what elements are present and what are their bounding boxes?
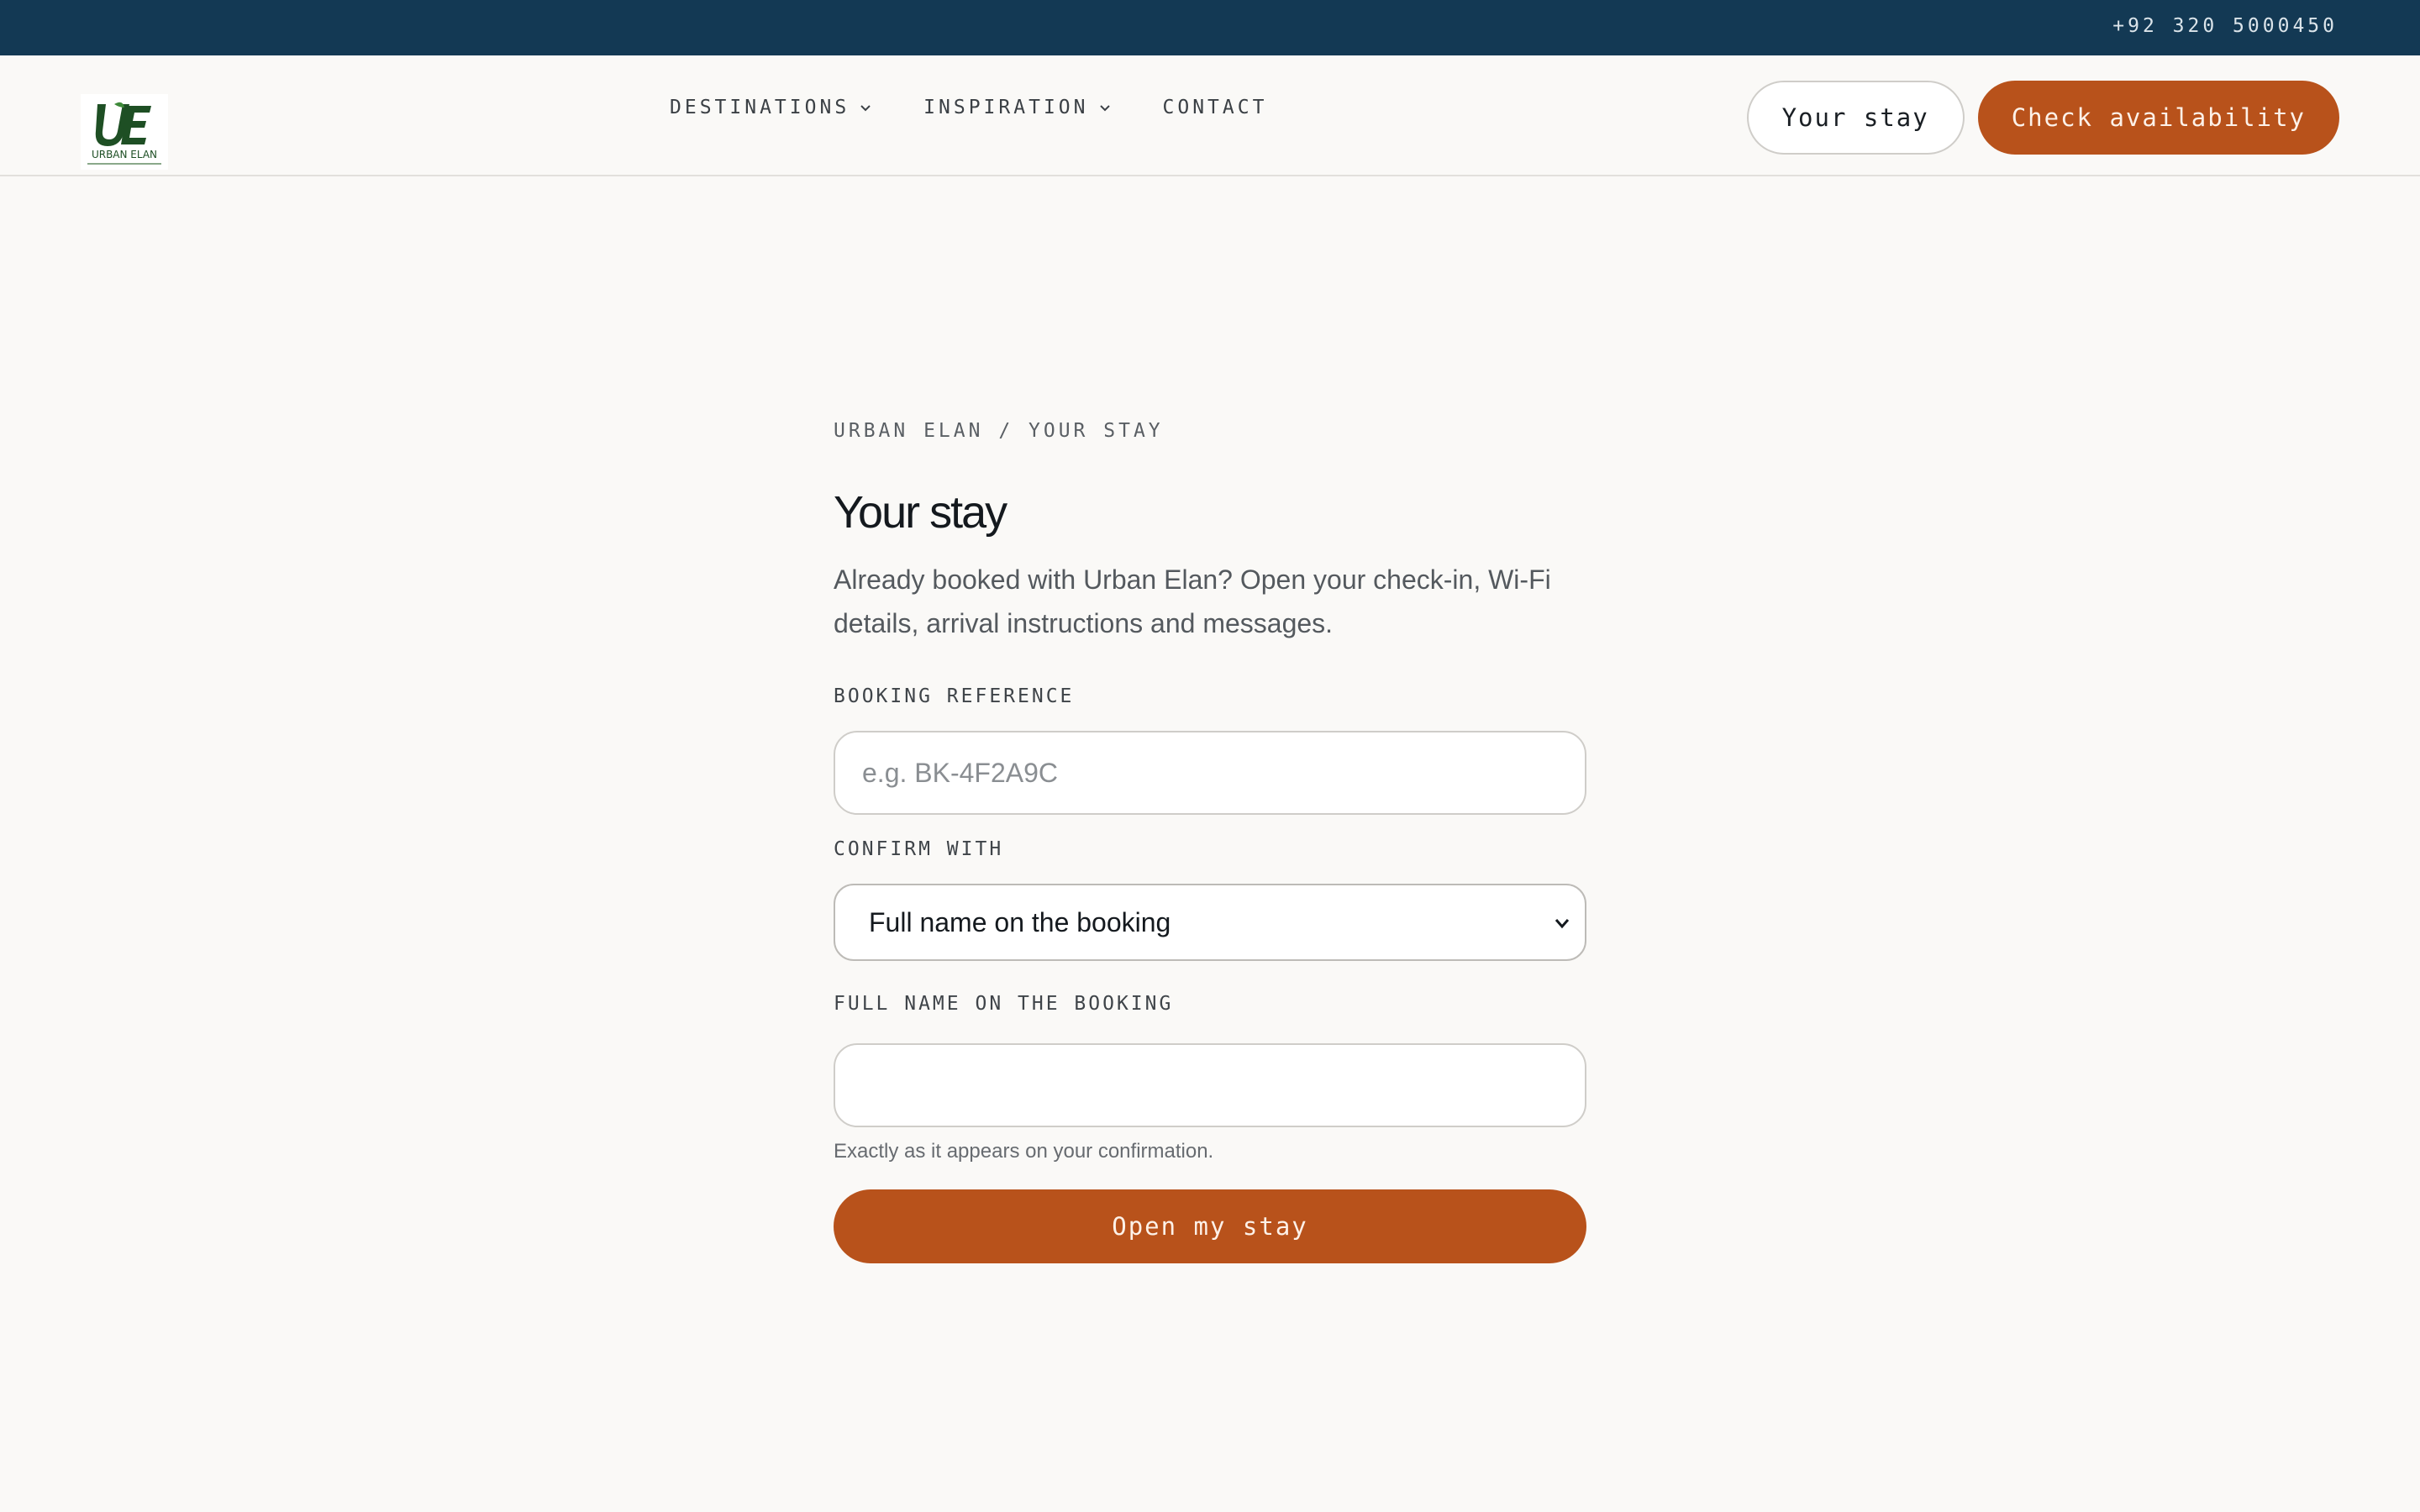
site-header: URBAN ELAN DESTINATIONS INSPIRATION CONT… (0, 55, 2420, 176)
nav-item-label: DESTINATIONS (670, 97, 850, 118)
breadcrumb: URBAN ELAN / YOUR STAY (834, 420, 1164, 442)
page-title: Your stay (834, 487, 1007, 538)
booking-reference-label: BOOKING REFERENCE (834, 685, 1075, 707)
nav-item-inspiration[interactable]: INSPIRATION (923, 97, 1112, 118)
nav-item-destinations[interactable]: DESTINATIONS (670, 97, 873, 118)
header-actions: Your stay Check availability (1746, 81, 2339, 155)
confirm-with-label: CONFIRM WITH (834, 838, 1004, 860)
logo-wordmark: URBAN ELAN (92, 149, 157, 160)
main-nav: DESTINATIONS INSPIRATION CONTACT (670, 55, 1318, 160)
full-name-input[interactable] (834, 1043, 1586, 1127)
chevron-down-icon (1099, 105, 1110, 112)
chevron-down-icon (1555, 919, 1570, 929)
top-bar: +92 320 5000450 (0, 0, 2420, 55)
brand-logo[interactable]: URBAN ELAN (81, 94, 168, 170)
confirm-with-selected-value: Full name on the booking (869, 906, 1171, 937)
urban-elan-logo-icon: URBAN ELAN (87, 102, 161, 165)
nav-item-label: INSPIRATION (923, 97, 1089, 118)
chevron-down-icon (860, 105, 871, 112)
confirm-with-select[interactable]: Full name on the booking (834, 884, 1586, 961)
check-availability-button[interactable]: Check availability (1977, 81, 2339, 155)
booking-reference-input[interactable] (834, 731, 1586, 815)
your-stay-form-section: URBAN ELAN / YOUR STAY Your stay Already… (834, 417, 1586, 1263)
intro-text: Already booked with Urban Elan? Open you… (834, 564, 1551, 638)
phone-number[interactable]: +92 320 5000450 (2112, 0, 2338, 55)
full-name-hint: Exactly as it appears on your confirmati… (834, 1140, 1214, 1163)
open-my-stay-button[interactable]: Open my stay (834, 1189, 1586, 1263)
nav-item-label: CONTACT (1162, 97, 1268, 118)
nav-item-contact[interactable]: CONTACT (1163, 97, 1268, 118)
full-name-label: FULL NAME ON THE BOOKING (834, 993, 1174, 1015)
your-stay-button[interactable]: Your stay (1746, 81, 1965, 155)
